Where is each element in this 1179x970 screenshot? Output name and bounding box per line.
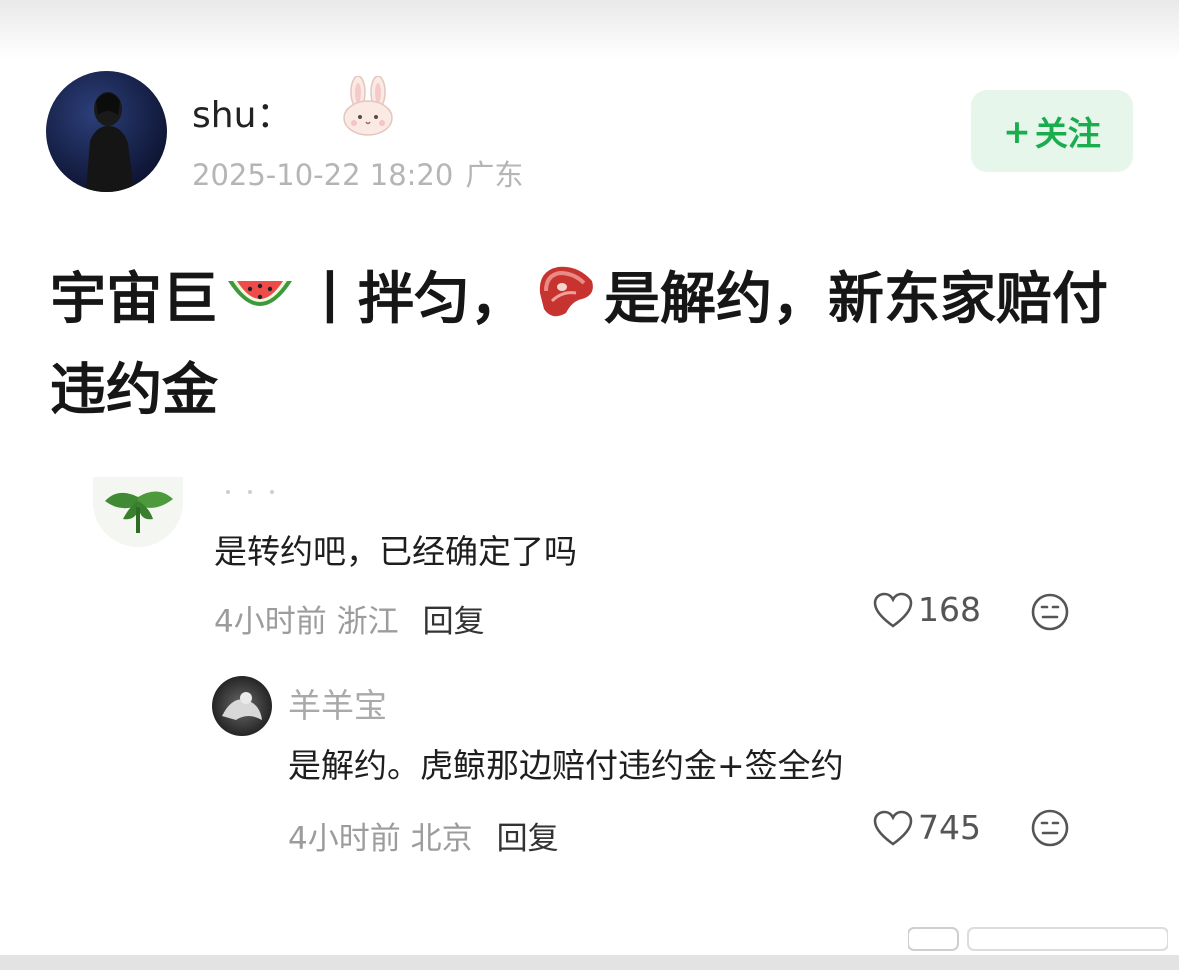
plus-icon: + bbox=[1003, 111, 1031, 151]
reply-button[interactable]: 回复 bbox=[497, 821, 559, 857]
author-avatar[interactable] bbox=[46, 71, 167, 192]
reply-avatar[interactable] bbox=[212, 676, 272, 736]
follow-button[interactable]: + 关注 bbox=[971, 90, 1133, 172]
watermark-logo bbox=[908, 927, 1168, 951]
post-timestamp: 2025-10-22 18:20 广东 bbox=[192, 152, 523, 194]
follow-label: 关注 bbox=[1034, 114, 1101, 153]
post-title: 宇宙巨 丨拌匀， 是解约，新东家赔付违约金 bbox=[50, 256, 1140, 435]
hidden-username bbox=[226, 490, 274, 494]
reply-button[interactable]: 回复 bbox=[423, 604, 485, 640]
reply-meta: 4小时前 北京 回复 bbox=[288, 813, 559, 858]
reply-text: 是解约。虎鲸那边赔付违约金+签全约 bbox=[288, 746, 844, 785]
title-part-2: 丨拌匀， bbox=[302, 267, 526, 332]
heart-icon bbox=[873, 810, 913, 846]
commenter-avatar[interactable] bbox=[93, 477, 183, 547]
steak-emoji-icon bbox=[532, 259, 598, 347]
comment-time: 4小时前 bbox=[214, 604, 327, 640]
like-count: 745 bbox=[918, 808, 981, 847]
reply-username[interactable]: 羊羊宝 bbox=[288, 679, 387, 727]
emoji-face-icon[interactable] bbox=[1030, 592, 1070, 632]
author-name[interactable]: shu： bbox=[192, 86, 292, 138]
top-fade bbox=[0, 0, 1179, 60]
emoji-face-icon[interactable] bbox=[1030, 808, 1070, 848]
bottom-divider bbox=[0, 955, 1179, 970]
reply-location: 北京 bbox=[410, 821, 473, 857]
post-location: 广东 bbox=[465, 158, 524, 192]
title-part-1: 宇宙巨 bbox=[50, 267, 218, 332]
comment-location: 浙江 bbox=[336, 604, 399, 640]
like-count: 168 bbox=[918, 590, 981, 629]
like-button[interactable]: 168 bbox=[872, 590, 981, 629]
watermelon-emoji-icon bbox=[224, 259, 296, 347]
heart-icon bbox=[873, 592, 913, 628]
bunny-emoji-icon bbox=[340, 75, 396, 136]
post-time: 2025-10-22 18:20 bbox=[192, 158, 454, 192]
plant-avatar-icon bbox=[105, 491, 173, 533]
reply-time: 4小时前 bbox=[288, 821, 401, 857]
like-button[interactable]: 745 bbox=[872, 808, 981, 847]
comment-text: 是转约吧，已经确定了吗 bbox=[214, 532, 577, 571]
comment-meta: 4小时前 浙江 回复 bbox=[214, 596, 485, 641]
